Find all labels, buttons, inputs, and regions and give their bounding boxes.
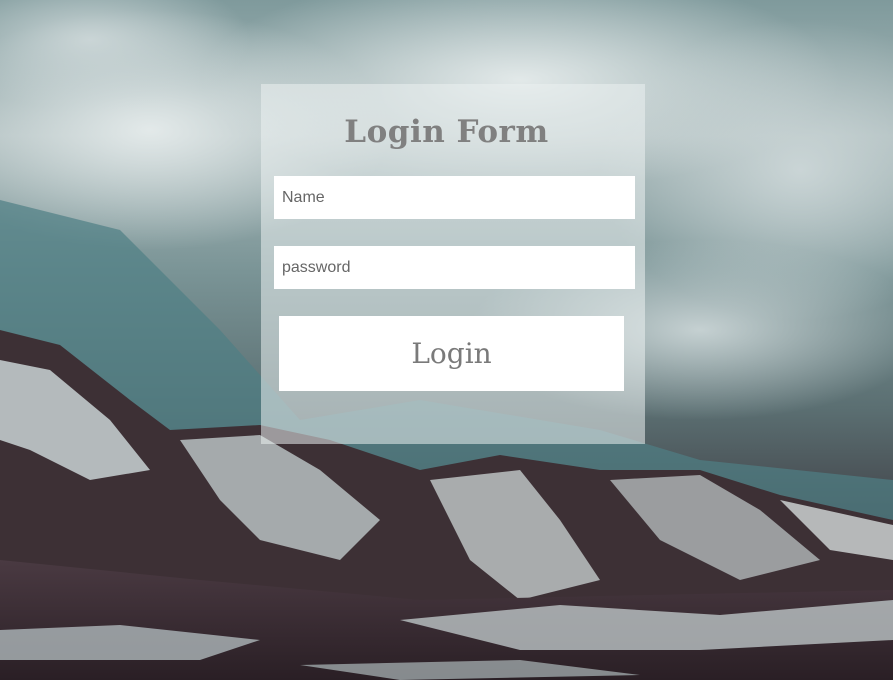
password-input[interactable] <box>274 246 635 289</box>
form-title: Login Form <box>344 114 549 150</box>
name-input[interactable] <box>274 176 635 219</box>
login-button[interactable]: Login <box>279 316 624 391</box>
